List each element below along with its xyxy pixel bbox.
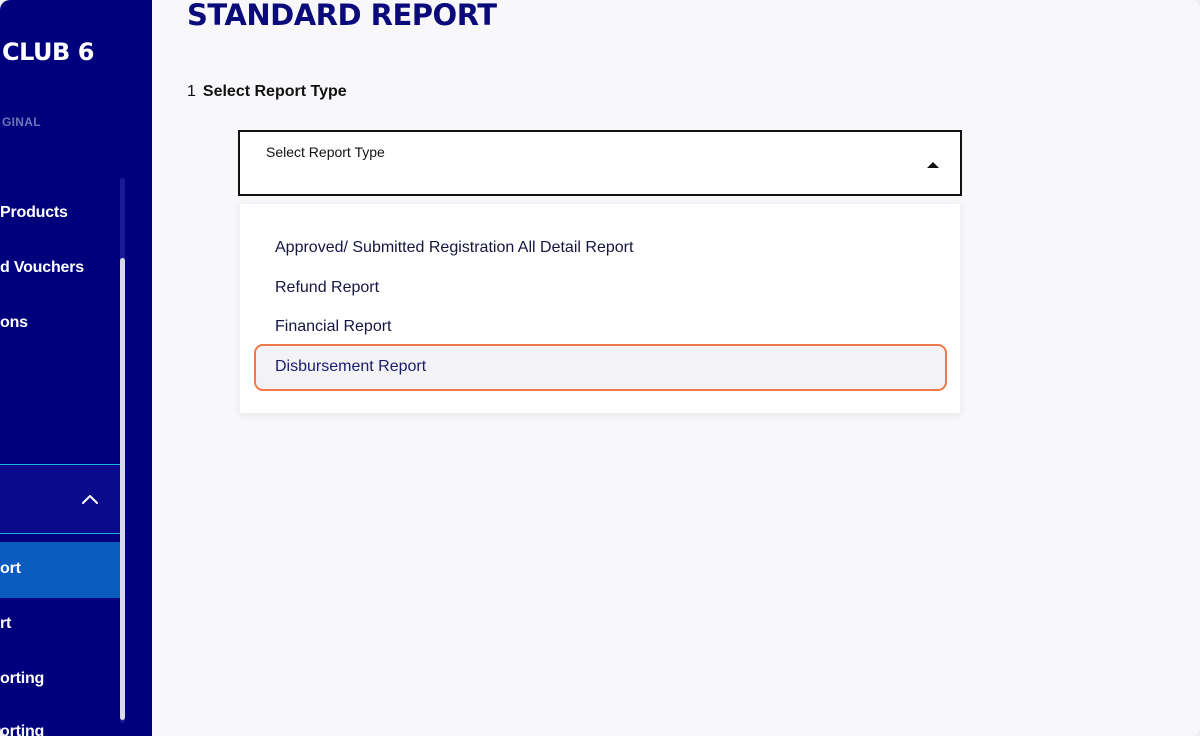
brand-subtitle: GINAL [2, 115, 41, 129]
sidebar-item-vouchers[interactable]: d Vouchers [0, 259, 84, 277]
select-caption: Select Report Type [266, 144, 385, 160]
sidebar: CLUB 6 GINAL Products d Vouchers ons ort… [0, 0, 152, 736]
step-number: 1 [187, 83, 196, 100]
sidebar-scrollbar-thumb[interactable] [120, 258, 125, 720]
sidebar-item-custom-report[interactable]: rt [0, 615, 11, 633]
report-type-select[interactable]: Select Report Type [238, 130, 962, 196]
sidebar-item-standard-report[interactable]: ort [0, 542, 122, 598]
caret-up-icon [927, 162, 939, 168]
page-title: STANDARD REPORT [187, 0, 497, 32]
chevron-up-icon [82, 495, 98, 504]
option-refund-report[interactable]: Refund Report [275, 279, 379, 297]
sidebar-item-products[interactable]: Products [0, 204, 68, 222]
option-financial-report[interactable]: Financial Report [275, 318, 392, 336]
sidebar-item-reporting[interactable]: orting [0, 670, 44, 688]
option-label: Disbursement Report [275, 358, 427, 375]
app-window: CLUB 6 GINAL Products d Vouchers ons ort… [0, 0, 1200, 736]
sidebar-item-reporting-2[interactable]: orting [0, 723, 44, 736]
sidebar-group-reports[interactable] [0, 464, 122, 534]
step-label: 1 Select Report Type [187, 83, 347, 101]
sidebar-item-registrations[interactable]: ons [0, 314, 28, 332]
option-disbursement-report[interactable]: Disbursement Report [254, 344, 947, 391]
sidebar-item-label: ort [0, 560, 21, 577]
option-approved-submitted-registration[interactable]: Approved/ Submitted Registration All Det… [275, 239, 633, 257]
brand-logo: CLUB 6 [2, 38, 94, 66]
step-text: Select Report Type [202, 83, 347, 100]
